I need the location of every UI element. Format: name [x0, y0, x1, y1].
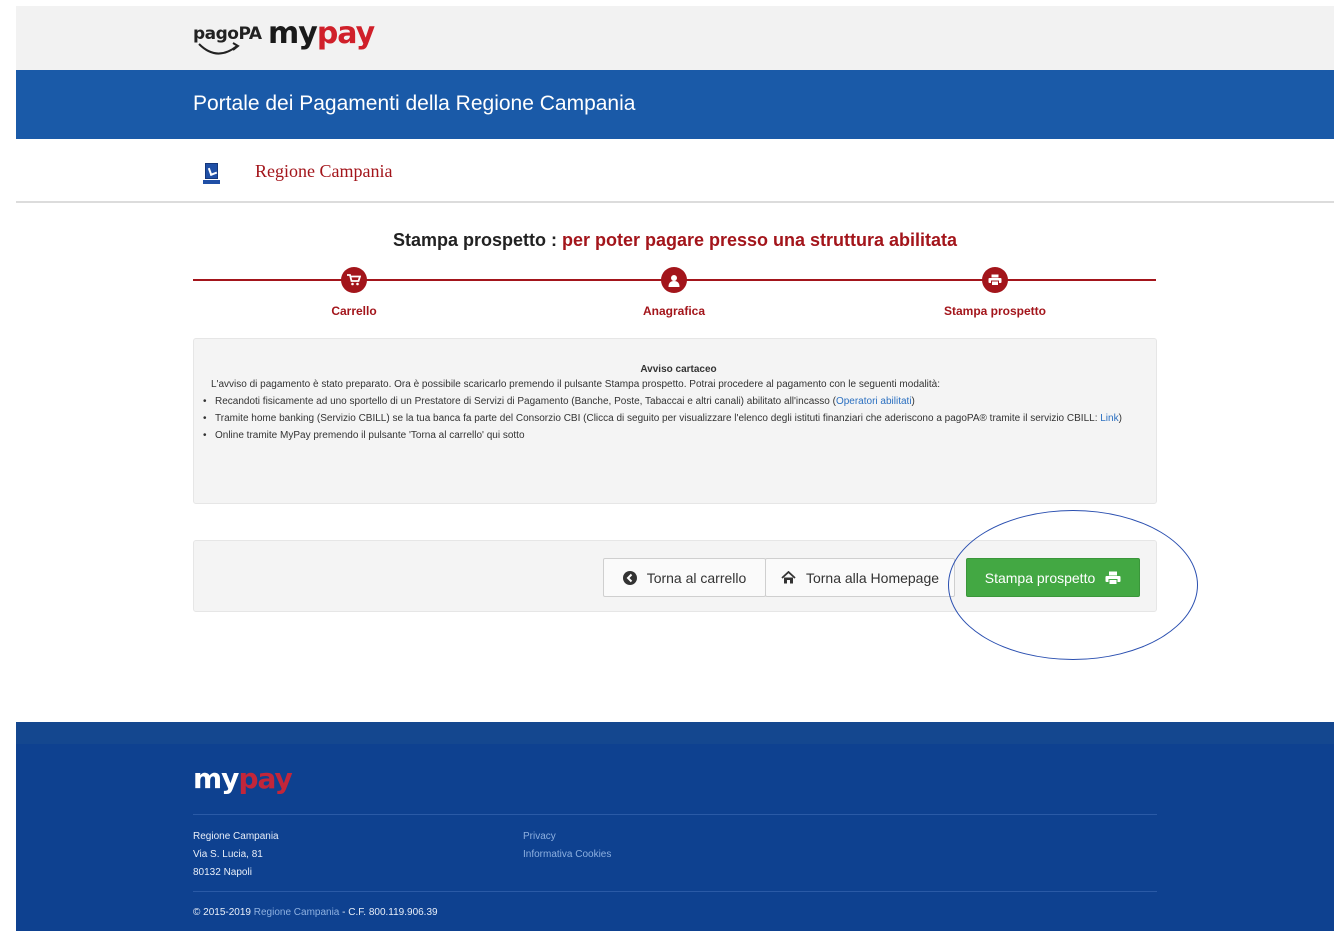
step-anagrafica: Anagrafica [574, 267, 774, 318]
pagopa-swoosh-icon [198, 42, 240, 55]
page-title-main: Stampa prospetto : [392, 230, 562, 250]
chevron-left-circle-icon [622, 570, 637, 585]
mypay-logo[interactable]: mypay [268, 16, 375, 51]
footer-logo-my: my [193, 762, 239, 795]
page-title: Stampa prospetto : per poter pagare pres… [0, 230, 1334, 251]
notice-panel: Avviso cartaceo L'avviso di pagamento è … [193, 338, 1157, 504]
regione-campania-link[interactable]: Regione Campania [254, 907, 340, 918]
region-emblem-base [203, 180, 220, 184]
button-label: Stampa prospetto [984, 569, 1096, 586]
user-icon [661, 267, 687, 293]
method-text: Online tramite MyPay premendo il pulsant… [215, 430, 525, 441]
step-stampa-prospetto: Stampa prospetto [895, 267, 1095, 318]
address-line: Regione Campania [193, 831, 279, 842]
footer-divider [193, 891, 1157, 892]
button-label: Torna alla Homepage [805, 569, 940, 586]
footer-address: Regione Campania Via S. Lucia, 81 80132 … [193, 828, 279, 882]
address-line: 80132 Napoli [193, 867, 252, 878]
action-bar: Torna al carrello Torna alla Homepage St… [193, 540, 1157, 612]
mypay-logo-my: my [268, 16, 318, 51]
portal-header: Portale dei Pagamenti della Regione Camp… [16, 70, 1334, 139]
cbill-link[interactable]: Link [1100, 413, 1118, 424]
back-to-homepage-button[interactable]: Torna alla Homepage [765, 558, 955, 597]
list-item: Recandoti fisicamente ad uno sportello d… [201, 393, 1156, 410]
pagopa-logo[interactable]: pagoPA [193, 24, 262, 55]
region-name[interactable]: Regione Campania [255, 161, 392, 182]
method-text: Recandoti fisicamente ad uno sportello d… [215, 396, 836, 407]
copyright-prefix: © 2015-2019 [193, 907, 254, 918]
step-label: Stampa prospetto [943, 304, 1046, 318]
footer-logo-pay: pay [238, 762, 292, 795]
step-label: Anagrafica [642, 304, 706, 318]
payment-methods-list: Recandoti fisicamente ad uno sportello d… [201, 393, 1156, 444]
list-item: Online tramite MyPay premendo il pulsant… [201, 427, 1156, 444]
page-title-accent: per poter pagare presso una struttura ab… [561, 230, 958, 250]
privacy-link[interactable]: Privacy [523, 828, 611, 846]
method-text-end: ) [1118, 413, 1122, 424]
home-icon [781, 571, 796, 584]
list-item: Tramite home banking (Servizio CBILL) se… [201, 410, 1156, 427]
copyright-suffix: - C.F. 800.119.906.39 [339, 907, 438, 918]
cart-icon [341, 267, 367, 293]
footer-links: Privacy Informativa Cookies [523, 828, 611, 864]
portal-title: Portale dei Pagamenti della Regione Camp… [193, 92, 636, 115]
region-emblem-icon [205, 163, 218, 179]
print-icon [1105, 571, 1121, 585]
operatori-abilitati-link[interactable]: Operatori abilitati [836, 396, 912, 407]
back-to-cart-button[interactable]: Torna al carrello [603, 558, 766, 597]
print-prospetto-button[interactable]: Stampa prospetto [966, 558, 1140, 597]
method-text: Tramite home banking (Servizio CBILL) se… [215, 413, 1101, 424]
step-carrello: Carrello [254, 267, 454, 318]
top-logo-bar: pagoPA mypay [16, 6, 1334, 70]
pagopa-logo-text: pagoPA [193, 24, 262, 44]
print-icon [982, 267, 1008, 293]
mypay-logo-pay: pay [316, 16, 375, 51]
address-line: Via S. Lucia, 81 [193, 849, 263, 860]
footer-divider [193, 814, 1157, 815]
notice-intro: L'avviso di pagamento è stato preparato.… [211, 379, 940, 390]
region-bar: Regione Campania [16, 139, 1334, 203]
footer-top-strip [16, 722, 1334, 744]
notice-heading: Avviso cartaceo [640, 364, 717, 375]
step-label: Carrello [331, 304, 377, 318]
footer: mypay Regione Campania Via S. Lucia, 81 … [16, 744, 1334, 931]
button-label: Torna al carrello [646, 569, 747, 586]
footer-mypay-logo[interactable]: mypay [193, 762, 293, 795]
footer-copyright: © 2015-2019 Regione Campania - C.F. 800.… [193, 907, 438, 918]
method-text-end: ) [911, 396, 915, 407]
cookies-link[interactable]: Informativa Cookies [523, 846, 611, 864]
